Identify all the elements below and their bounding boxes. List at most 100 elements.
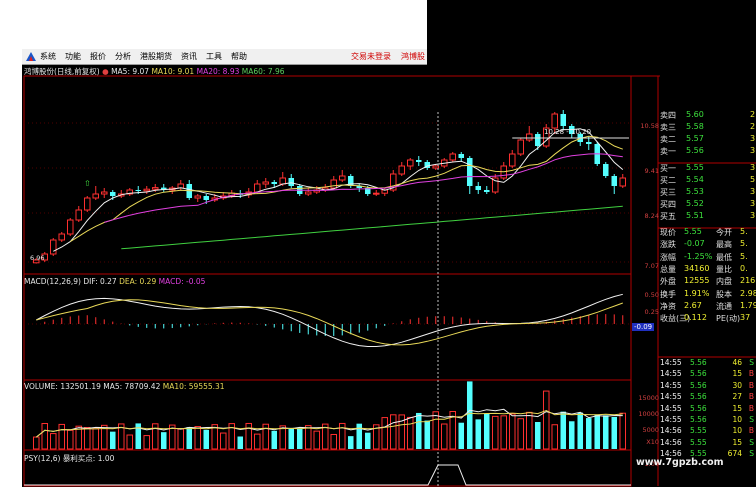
bid-row: 买四 5.52 3: [660, 199, 756, 211]
stat-value: 2.67: [684, 300, 702, 310]
bid-label: 买二: [660, 176, 676, 185]
volume-bar: [389, 414, 397, 450]
volume-bar: [296, 428, 303, 449]
volume-bar: [126, 434, 134, 450]
candle-body: [49, 239, 57, 255]
candle-body: [100, 191, 108, 195]
volume-bar: [525, 411, 533, 450]
tick-volume: 27: [732, 392, 742, 402]
stat-row: 现价 5.55 今开 5.: [660, 227, 756, 239]
volume-label: VOLUME: 132501.19 MA5: 78709.42 MA10: 59…: [24, 382, 225, 391]
volume-bar: [440, 423, 448, 450]
candle-body: [304, 191, 312, 195]
tick-side: B: [748, 392, 754, 402]
stat-label: 股本: [716, 289, 732, 299]
candle-body: [151, 187, 159, 190]
stat-row: 收益(三) 0.112 PE(动) 37: [660, 313, 756, 325]
stat-label: 涨跌: [660, 240, 676, 250]
volume-bar: [66, 429, 74, 450]
tick-price: 5.56: [690, 392, 707, 402]
stat-value: 34160: [684, 263, 710, 273]
stat-label: 最低: [716, 252, 732, 262]
bid-volume: 3: [750, 199, 756, 208]
candle-body: [602, 164, 609, 176]
volume-bar: [288, 427, 295, 449]
volume-bar: [534, 421, 541, 449]
stat-row: 总量 34160 量比 0.: [660, 264, 756, 276]
ask-price: 5.57: [686, 134, 704, 143]
tick-side: S: [749, 437, 754, 447]
candle-body: [517, 139, 525, 155]
tick-time: 14:55: [660, 380, 682, 390]
candle-body: [398, 165, 406, 175]
volume-bar: [186, 427, 193, 449]
ask-label: 卖二: [660, 135, 676, 144]
volume-bar: [151, 423, 159, 450]
volume-bar: [109, 431, 116, 449]
price-range-annotation: 10.28 - 10.20: [544, 128, 592, 136]
stat-value: 2.98: [740, 288, 756, 298]
candle-body: [135, 190, 142, 191]
tick-price: 5.56: [690, 369, 707, 379]
ask-volume: 3: [750, 146, 756, 155]
ask-volume: 2: [750, 122, 756, 131]
bid-price: 5.55: [686, 163, 704, 172]
tick-time: 14:55: [660, 415, 682, 424]
bid-price: 5.53: [686, 187, 704, 196]
stat-row: 换手 1.91% 股本 2.98: [660, 289, 756, 301]
candle-body: [585, 142, 592, 144]
bid-price: 5.52: [686, 199, 704, 208]
price-axis-tick: 9.41: [644, 167, 659, 175]
volume-bar: [594, 414, 601, 449]
ask-row: 卖二 5.57 3: [660, 134, 756, 146]
stat-value: 5.55: [684, 227, 702, 236]
volume-bar: [347, 436, 354, 449]
psy-label: PSY(12,6) 暴利买点: 1.00: [24, 454, 115, 463]
candle-body: [194, 195, 202, 199]
stat-row: 净资 2.67 流通 1.79: [660, 301, 756, 313]
tick-side: B: [748, 380, 754, 390]
candle-body: [58, 233, 66, 241]
candle-body: [75, 209, 83, 221]
candle-body: [560, 114, 567, 126]
stat-label: 总量: [660, 264, 676, 274]
volume-bar: [58, 423, 66, 450]
tick-price: 5.55: [690, 426, 707, 436]
volume-bar: [466, 381, 473, 449]
candle-body: [83, 197, 91, 211]
macd-label: MACD(12,26,9) DIF: 0.27 DEA: 0.29 MACD: …: [24, 277, 206, 286]
volume-bar: [475, 419, 482, 449]
volume-bar: [92, 428, 100, 450]
bid-label: 买四: [660, 200, 676, 209]
candle-body: [271, 182, 278, 184]
tick-side: B: [748, 369, 754, 379]
tick-price: 5.56: [690, 415, 707, 424]
stat-value: -1.25%: [684, 251, 713, 261]
candle-body: [466, 158, 473, 186]
candle-body: [415, 160, 422, 162]
stat-value: 5.: [740, 251, 748, 261]
volume-bar: [406, 416, 414, 450]
buy-arrow-icon: ⇧: [84, 179, 91, 188]
volume-unit: X10: [646, 438, 659, 446]
psy-line: [24, 464, 631, 486]
volume-bar: [356, 423, 363, 449]
stat-value: 0.: [740, 263, 748, 273]
volume-bar: [424, 420, 431, 449]
volume-bar: [83, 427, 91, 450]
volume-bar: [330, 433, 338, 450]
volume-bar: [602, 415, 609, 449]
tick-time: 14:56: [660, 437, 682, 447]
candle-body: [330, 179, 338, 189]
volume-bar: [432, 411, 440, 450]
candle-body: [253, 183, 261, 193]
tick-side: S: [749, 358, 754, 367]
candle-body: [508, 153, 516, 167]
ask-row: 卖四 5.60 2: [660, 110, 756, 122]
candle-body: [483, 190, 490, 192]
ask-row: 卖三 5.58 2: [660, 122, 756, 134]
volume-bar: [253, 433, 261, 450]
volume-bar: [585, 418, 592, 449]
volume-bar: [568, 421, 575, 449]
candle-body: [338, 175, 346, 181]
